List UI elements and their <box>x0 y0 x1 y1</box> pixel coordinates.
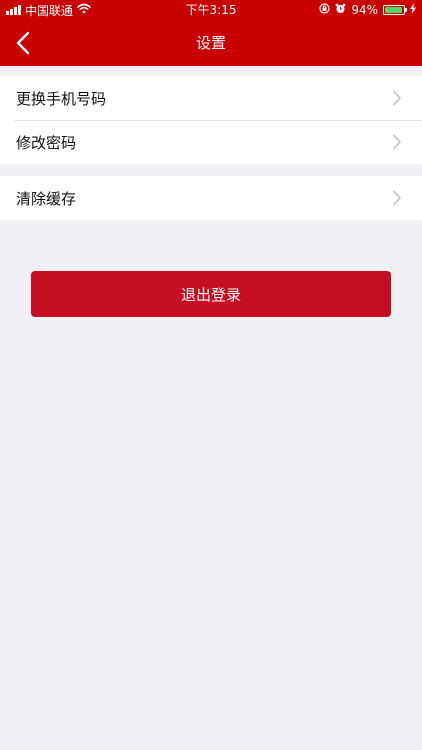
settings-group-account: 更换手机号码 修改密码 <box>0 76 422 164</box>
settings-item-label: 修改密码 <box>16 133 77 152</box>
settings-item-change-phone[interactable]: 更换手机号码 <box>0 76 422 120</box>
settings-item-label: 更换手机号码 <box>16 89 107 108</box>
battery-level <box>385 7 402 13</box>
logout-button[interactable]: 退出登录 <box>31 271 391 317</box>
settings-item-label: 清除缓存 <box>16 189 77 208</box>
battery-icon <box>383 5 407 15</box>
rotation-lock-icon <box>319 3 330 17</box>
settings-item-clear-cache[interactable]: 清除缓存 <box>0 176 422 220</box>
nav-bar: 设置 <box>0 20 422 66</box>
chevron-right-icon <box>393 90 401 106</box>
page-title: 设置 <box>195 34 226 52</box>
chevron-right-icon <box>393 190 401 206</box>
alarm-icon <box>335 3 346 17</box>
charging-icon <box>410 3 416 17</box>
status-bar: 中国联通 下午3:15 94% <box>0 0 422 20</box>
battery-percent: 94% <box>351 3 378 17</box>
settings-group-storage: 清除缓存 <box>0 176 422 220</box>
status-right: 94% <box>319 3 416 17</box>
settings-item-change-password[interactable]: 修改密码 <box>0 120 422 164</box>
chevron-right-icon <box>393 134 401 150</box>
